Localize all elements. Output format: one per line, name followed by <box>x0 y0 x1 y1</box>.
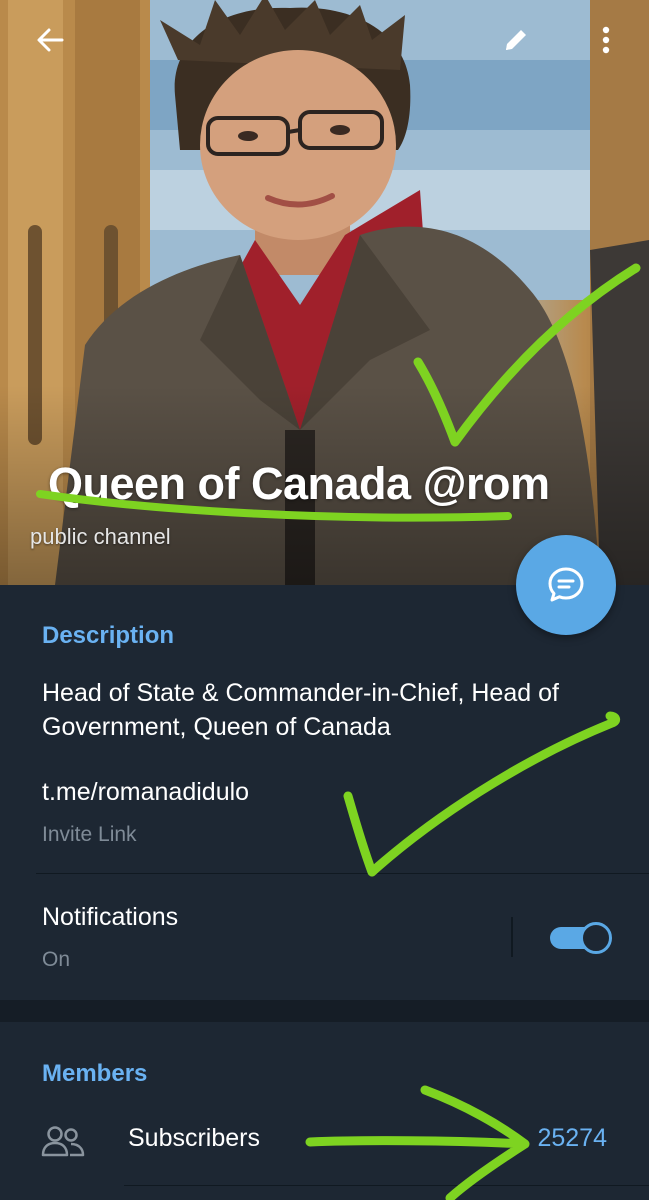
chat-bubble-icon <box>548 567 584 602</box>
subscribers-label: Subscribers <box>128 1124 260 1152</box>
back-arrow-icon <box>37 28 64 52</box>
divider <box>36 873 649 874</box>
back-button[interactable] <box>28 18 72 62</box>
divider <box>124 1185 649 1186</box>
notifications-status: On <box>42 948 71 971</box>
channel-type-label: public channel <box>30 524 171 549</box>
toggle-knob <box>580 922 612 954</box>
channel-header: Queen of Canada @rom public channel <box>0 0 649 585</box>
open-chat-button[interactable] <box>516 535 616 635</box>
subscribers-row[interactable]: Subscribers 25274 <box>0 1110 649 1170</box>
more-options-button[interactable] <box>584 18 628 62</box>
notifications-label: Notifications <box>42 903 179 931</box>
section-separator <box>0 1000 649 1022</box>
pencil-icon <box>506 30 526 50</box>
notifications-toggle[interactable] <box>550 922 612 954</box>
members-heading: Members <box>42 1060 148 1087</box>
more-vertical-icon <box>602 26 610 54</box>
subscribers-count: 25274 <box>537 1124 607 1152</box>
invite-link[interactable]: t.me/romanadidulo <box>42 778 249 807</box>
channel-title: Queen of Canada @rom <box>48 458 550 509</box>
edit-button[interactable] <box>494 18 538 62</box>
people-icon <box>41 1126 85 1157</box>
description-text: Head of State & Commander-in-Chief, Head… <box>42 679 559 741</box>
toggle-separator <box>511 917 513 957</box>
invite-link-label: Invite Link <box>42 823 137 846</box>
description-heading: Description <box>42 622 175 649</box>
